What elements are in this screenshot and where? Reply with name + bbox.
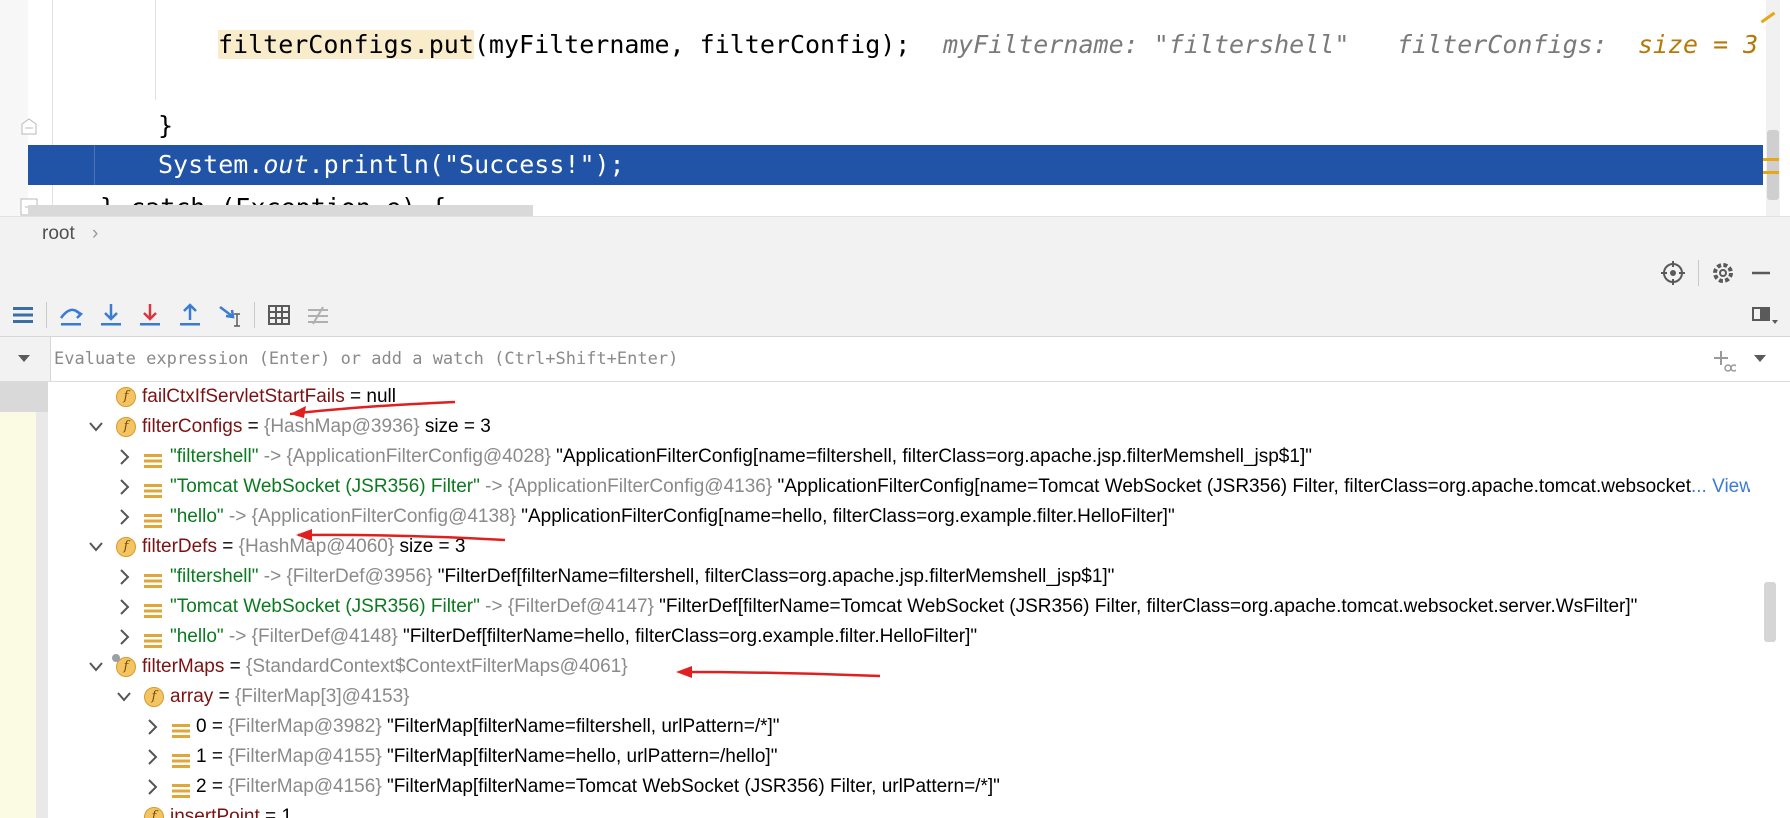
inline-hint-myfiltername: myFiltername: "filtershell": [943, 30, 1350, 59]
current-line-highlight: System.out.println("Success!");: [28, 145, 1763, 185]
crosshair-icon[interactable]: [1660, 260, 1686, 286]
code-editor[interactable]: filterConfigs.put(myFiltername, filterCo…: [0, 0, 1790, 216]
run-to-cursor-icon[interactable]: [217, 302, 243, 328]
step-out-icon[interactable]: [177, 302, 203, 328]
trace-stream-icon[interactable]: [305, 302, 331, 328]
breadcrumb-root[interactable]: root: [42, 223, 75, 245]
annotation-arrowhead: [676, 666, 692, 678]
inline-hint-filterconfigs: filterConfigs: size = 3: [1397, 30, 1759, 59]
editor-scroll-thumb[interactable]: [1767, 130, 1779, 200]
editor-gutter: [0, 0, 28, 216]
evaluate-bar: [0, 337, 1790, 382]
step-into-icon[interactable]: [98, 302, 124, 328]
chevron-down-icon[interactable]: [16, 351, 32, 372]
code-line-close-brace: }: [158, 111, 174, 140]
minimize-icon[interactable]: [1748, 260, 1774, 286]
gear-icon[interactable]: [1710, 260, 1736, 286]
header-separator: [1698, 260, 1699, 286]
step-over-icon[interactable]: [58, 302, 84, 328]
debug-panel-header: [0, 250, 1790, 294]
add-watch-icon[interactable]: [1712, 349, 1738, 378]
annotation-arrowhead: [290, 406, 306, 418]
chevron-down-icon[interactable]: [1752, 351, 1768, 372]
horizontal-scrollbar[interactable]: [28, 205, 533, 216]
indent-guide: [94, 145, 95, 185]
breadcrumb-separator: ›: [92, 223, 99, 244]
error-stripe-mark: [1763, 171, 1779, 174]
annotation-arrow: [679, 670, 881, 678]
layout-settings-icon[interactable]: [1750, 302, 1778, 328]
frames-menu-icon[interactable]: [10, 302, 36, 328]
annotation-arrows: [289, 400, 881, 678]
toolbar-separator: [46, 302, 47, 328]
debug-toolbar: [0, 294, 1790, 337]
fold-marker-icon[interactable]: [20, 118, 38, 136]
eval-dropdown-panel: [0, 337, 51, 381]
evaluate-expression-input[interactable]: [52, 341, 1696, 377]
error-stripe-mark: [1763, 158, 1779, 161]
force-step-into-icon[interactable]: [137, 302, 163, 328]
evaluate-expression-icon[interactable]: [266, 302, 292, 328]
annotation-arrow: [297, 533, 506, 542]
code-line-filterconfigs-put: filterConfigs.put(myFiltername, filterCo…: [218, 30, 911, 59]
variables-tree: f failCtxIfServletStartFails = null f fi…: [0, 382, 1790, 818]
indent-guide: [155, 0, 156, 100]
code-line-println: System.out.println("Success!");: [158, 150, 625, 179]
annotation-arrow: [289, 400, 456, 416]
annotation-arrowhead: [296, 529, 312, 541]
breadcrumb: root ›: [0, 216, 1790, 252]
toolbar-separator: [254, 302, 255, 328]
